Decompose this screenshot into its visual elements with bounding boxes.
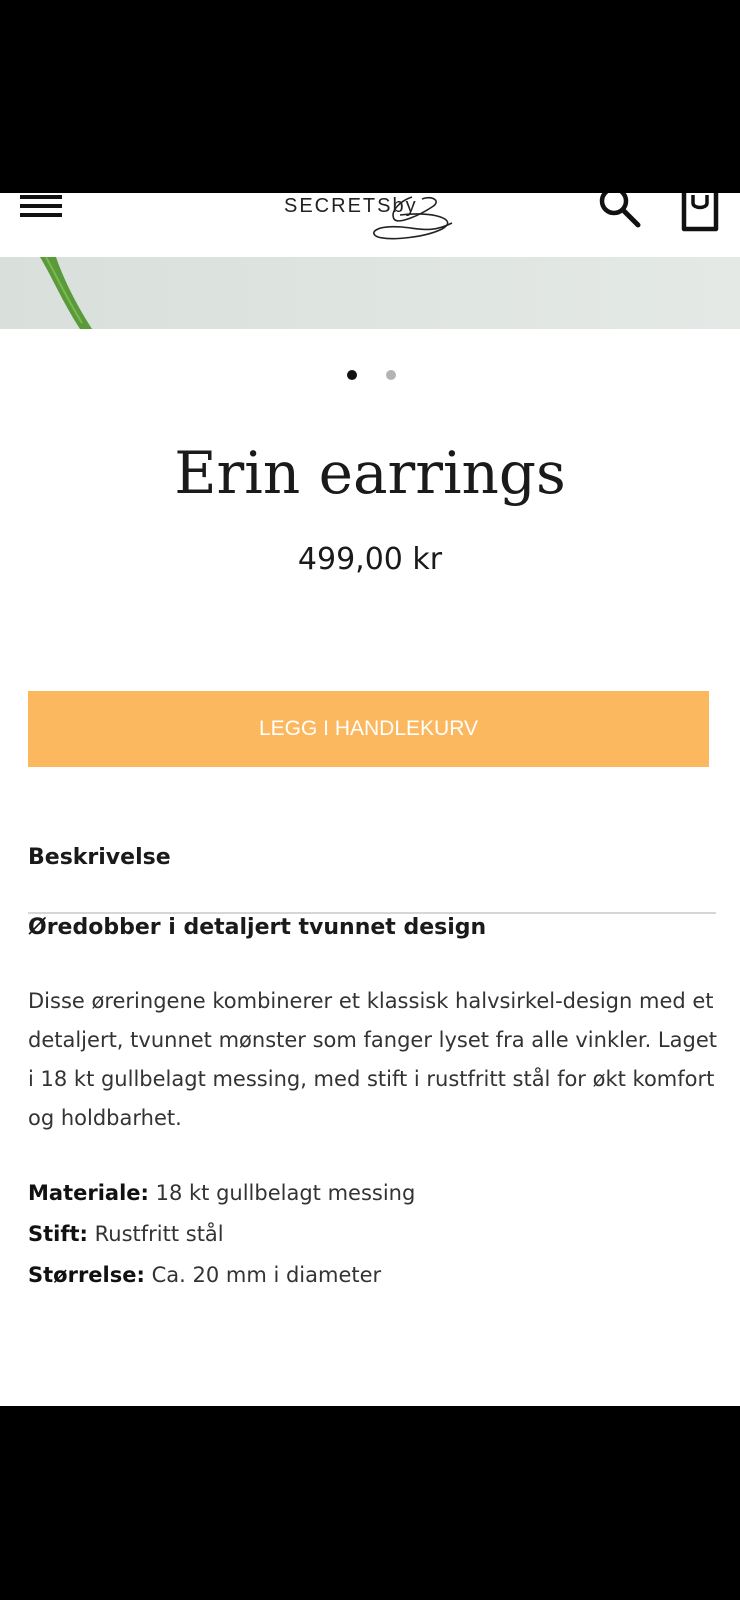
spec-list: Materiale: 18 kt gullbelagt messing Stif…	[28, 1173, 718, 1296]
gallery-pagination	[0, 370, 740, 380]
spec-label: Størrelse:	[28, 1263, 145, 1287]
spec-post: Stift: Rustfritt stål	[28, 1214, 718, 1255]
description-body: Disse øreringene kombinerer et klassisk …	[28, 989, 717, 1130]
product-image[interactable]	[0, 257, 740, 329]
spec-value: Rustfritt stål	[94, 1222, 224, 1246]
spec-label: Materiale:	[28, 1181, 149, 1205]
product-price: 499,00 kr	[297, 542, 443, 577]
add-to-cart-button[interactable]: LEGG I HANDLEKURV	[28, 691, 709, 767]
site-logo[interactable]: SECRETSby	[282, 193, 462, 245]
spec-value: Ca. 20 mm i diameter	[151, 1263, 382, 1287]
product-photo-stem	[0, 257, 740, 329]
spec-value: 18 kt gullbelagt messing	[155, 1181, 416, 1205]
description-tab[interactable]: Beskrivelse	[28, 845, 171, 870]
navigation-bar-area	[0, 1406, 740, 1600]
spec-material: Materiale: 18 kt gullbelagt messing	[28, 1173, 718, 1214]
site-header: SECRETSby	[0, 193, 740, 257]
hamburger-menu-icon[interactable]	[20, 193, 64, 223]
gallery-dot-2[interactable]	[386, 370, 396, 380]
spec-size: Størrelse: Ca. 20 mm i diameter	[28, 1255, 718, 1296]
shopping-bag-icon[interactable]	[680, 193, 724, 235]
product-title: Erin earrings	[174, 439, 566, 507]
logo-b-script-icon	[373, 196, 453, 240]
status-bar-area	[0, 0, 740, 193]
product-page: SECRETSby Erin earrings 499,00 kr LEGG I…	[0, 193, 740, 1406]
gallery-dot-1[interactable]	[347, 370, 357, 380]
search-icon[interactable]	[598, 193, 646, 233]
spec-label: Stift:	[28, 1222, 88, 1246]
description-subheading: Øredobber i detaljert tvunnet design	[28, 915, 487, 940]
